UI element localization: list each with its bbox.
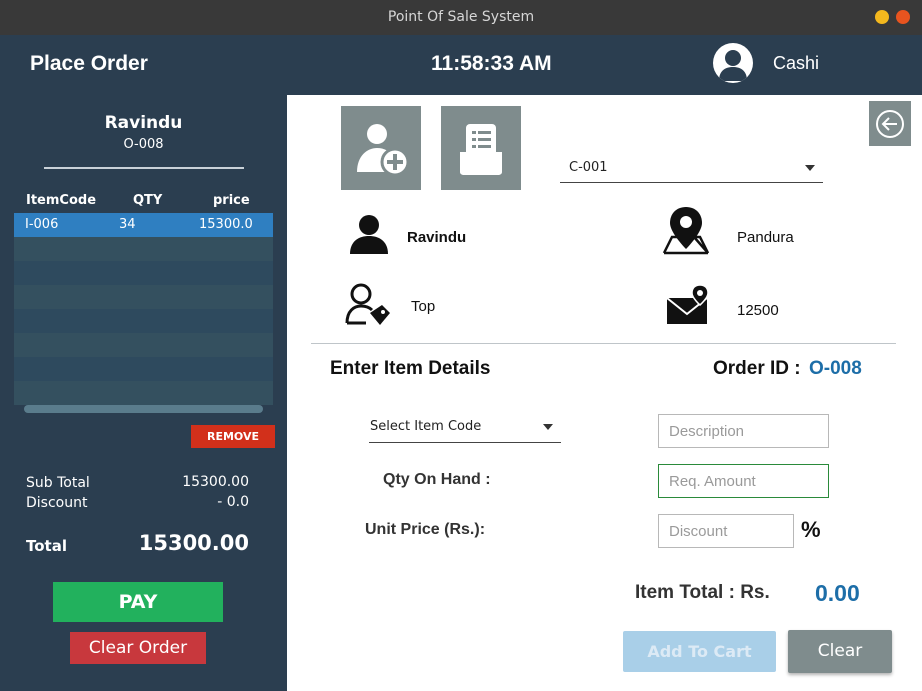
chevron-down-icon	[543, 424, 553, 430]
cell-price: 15300.0	[199, 217, 253, 232]
remove-button[interactable]: REMOVE	[191, 425, 275, 448]
item-total-label: Item Total : Rs.	[635, 582, 770, 603]
mail-location-icon	[666, 284, 709, 324]
qty-on-hand-label: Qty On Hand :	[383, 471, 491, 488]
add-customer-icon	[357, 124, 410, 177]
item-total-value: 0.00	[815, 580, 860, 606]
order-id-value: O-008	[809, 358, 862, 379]
horizontal-scrollbar[interactable]	[24, 405, 263, 413]
cart-table[interactable]: ItemCode QTY price I-006 34 15300.0	[14, 191, 273, 405]
req-amount-field[interactable]	[658, 464, 829, 498]
pay-button[interactable]: PAY	[53, 582, 223, 622]
customer-type: Top	[411, 298, 436, 315]
customer-id-value: C-001	[569, 160, 608, 175]
empty-row	[14, 381, 273, 405]
person-icon	[350, 215, 388, 254]
customer-city: Pandura	[737, 229, 794, 246]
minimize-button[interactable]	[875, 10, 889, 24]
app-header: Place Order 11:58:33 AM Cashi	[0, 35, 922, 95]
customer-id-select[interactable]: C-001	[560, 146, 823, 183]
order-list-icon	[460, 124, 502, 175]
add-customer-button[interactable]	[341, 106, 421, 190]
total-label: Total	[26, 537, 67, 555]
order-summary-panel: Ravindu O-008 ItemCode QTY price I-006 3…	[0, 95, 287, 691]
window-titlebar: Point Of Sale System	[0, 0, 922, 35]
close-button[interactable]	[896, 10, 910, 24]
column-header-price[interactable]: price	[213, 193, 250, 208]
subtotal-label: Sub Total	[26, 475, 90, 491]
page-title: Place Order	[30, 52, 148, 75]
cell-itemcode: I-006	[25, 217, 59, 232]
order-form-panel: C-001 Ravindu Pandura Top 12500 Enter It…	[287, 95, 922, 691]
section-title: Enter Item Details	[330, 358, 491, 379]
clear-button[interactable]: Clear	[788, 630, 892, 673]
discount-value: - 0.0	[217, 494, 249, 510]
empty-row	[14, 333, 273, 357]
orders-button[interactable]	[441, 106, 521, 190]
user-name: Cashi	[773, 53, 820, 73]
add-to-cart-button[interactable]: Add To Cart	[623, 631, 776, 672]
unit-price-label: Unit Price (Rs.):	[365, 521, 486, 538]
customer-postal-code: 12500	[737, 302, 779, 319]
clock: 11:58:33 AM	[431, 52, 552, 75]
customer-tag-icon	[345, 283, 390, 325]
order-id-label: Order ID :	[713, 358, 801, 379]
item-code-select[interactable]: Select Item Code	[369, 405, 561, 443]
customer-name: Ravindu	[407, 229, 467, 246]
percent-symbol: %	[801, 517, 821, 542]
empty-row	[14, 285, 273, 309]
discount-field[interactable]	[658, 514, 794, 548]
table-header: ItemCode QTY price	[14, 191, 273, 213]
back-button[interactable]	[869, 101, 911, 146]
empty-row	[14, 261, 273, 285]
description-field[interactable]	[658, 414, 829, 448]
divider	[44, 167, 244, 169]
chevron-down-icon	[805, 165, 815, 171]
column-header-itemcode[interactable]: ItemCode	[26, 193, 96, 208]
map-pin-icon	[662, 207, 710, 255]
empty-row	[14, 357, 273, 381]
back-arrow-icon	[876, 110, 904, 138]
empty-row	[14, 309, 273, 333]
item-code-placeholder: Select Item Code	[370, 419, 482, 434]
empty-row	[14, 237, 273, 261]
cell-qty: 34	[119, 217, 136, 232]
table-row[interactable]: I-006 34 15300.0	[14, 213, 273, 237]
order-number: O-008	[123, 137, 164, 152]
table-body: I-006 34 15300.0	[14, 213, 273, 405]
divider	[311, 343, 896, 344]
subtotal-value: 15300.00	[182, 474, 249, 490]
discount-label: Discount	[26, 495, 88, 511]
total-value: 15300.00	[138, 531, 249, 555]
user-avatar-icon	[713, 43, 753, 83]
order-customer-name: Ravindu	[104, 113, 183, 133]
column-header-qty[interactable]: QTY	[133, 193, 162, 208]
window-title: Point Of Sale System	[387, 9, 535, 25]
clear-order-button[interactable]: Clear Order	[70, 632, 206, 664]
